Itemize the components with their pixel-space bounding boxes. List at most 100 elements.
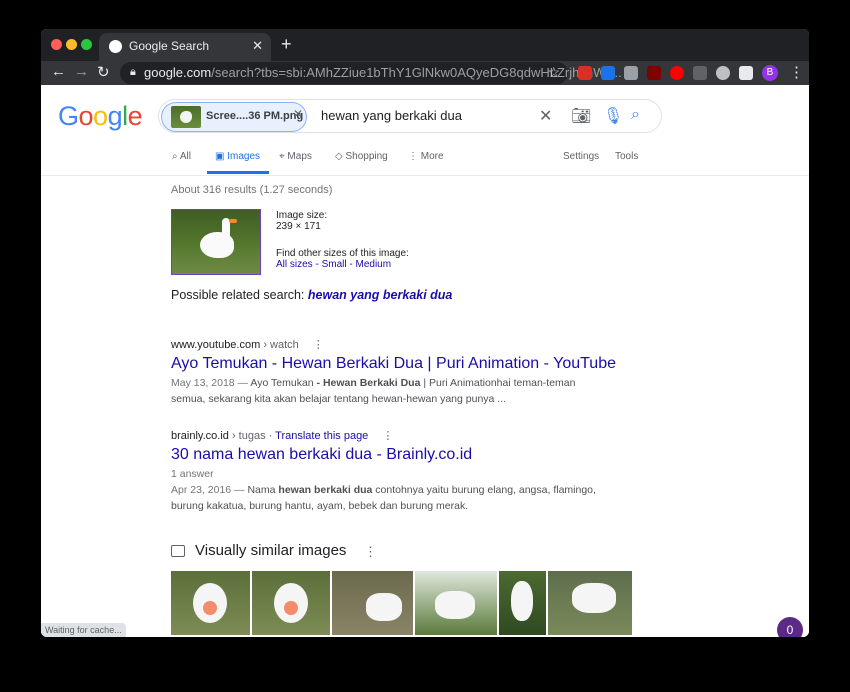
similar-options-icon[interactable]: ⋮ [364, 544, 377, 560]
browser-window: Google Search ✕ + ← → ↻ 🔒︎ google.com/se… [41, 29, 809, 637]
size-links: All sizes - Small - Medium [276, 259, 409, 270]
tab-more-label: More [420, 151, 444, 162]
tag-icon: ◇ [335, 151, 346, 162]
goose-body [572, 583, 616, 613]
extension-car-icon[interactable] [624, 66, 638, 80]
tools-link[interactable]: Tools [615, 151, 638, 162]
similar-image[interactable] [548, 571, 632, 635]
microphone-icon[interactable]: 🎙︎ [603, 106, 623, 126]
other-sizes-info: Find other sizes of this image: All size… [276, 248, 409, 270]
close-tab-icon[interactable]: ✕ [252, 38, 263, 54]
camera-icon[interactable]: 📷︎ [571, 106, 591, 126]
translate-link[interactable]: Translate this page [275, 430, 368, 442]
duck-body [366, 593, 402, 621]
url-host: google.com [144, 65, 212, 80]
tab-all[interactable]: ⌕ All [172, 151, 191, 162]
tab-shopping-label: Shopping [345, 151, 388, 162]
snippet-highlight: hewan berkaki dua [278, 484, 373, 496]
back-icon[interactable]: ← [51, 63, 66, 80]
notification-count-button[interactable]: 0 [777, 617, 803, 637]
close-window-button[interactable] [51, 39, 62, 50]
related-search: Possible related search: hewan yang berk… [171, 288, 452, 302]
result-snippet: Apr 23, 2016 — Nama hewan berkaki dua co… [171, 482, 611, 514]
snippet-highlight: - Hewan Berkaki Dua [316, 377, 421, 389]
active-tab-indicator [207, 171, 269, 174]
goose-beak [203, 601, 217, 615]
zoom-window-button[interactable] [81, 39, 92, 50]
duck-body [435, 591, 475, 619]
clear-icon[interactable]: ✕ [539, 106, 552, 126]
similar-image[interactable] [252, 571, 330, 635]
reload-icon[interactable]: ↻ [97, 63, 110, 81]
image-size-info: Image size: 239 × 171 [276, 210, 327, 232]
search-icon: ⌕ [172, 151, 180, 162]
tab-maps[interactable]: ⌖ Maps [279, 151, 312, 162]
related-prefix: Possible related search: [171, 288, 305, 302]
address-bar[interactable]: 🔒︎ google.com/search?tbs=sbi:AMhZZiue1bT… [120, 62, 622, 84]
image-size-value: 239 × 171 [276, 221, 321, 232]
similar-images-title: Visually similar images [195, 542, 347, 559]
medium-size-link[interactable]: Medium [355, 259, 391, 270]
extensions-puzzle-icon[interactable] [739, 66, 753, 80]
small-size-link[interactable]: Small [322, 259, 347, 270]
similar-image[interactable] [171, 571, 250, 635]
search-icon[interactable]: ⌕ [631, 106, 640, 124]
tab-shopping[interactable]: ◇ Shopping [335, 151, 388, 162]
extension-w-icon[interactable] [716, 66, 730, 80]
similar-image[interactable] [499, 571, 546, 635]
tab-images-label: Images [227, 151, 261, 162]
result-options-icon[interactable]: ⋮ [382, 430, 393, 442]
tab-more[interactable]: ⋮ More [408, 151, 444, 162]
extension-red-icon[interactable] [578, 66, 592, 80]
forward-icon[interactable]: → [74, 63, 89, 80]
browser-menu-icon[interactable]: ⋮ [789, 63, 804, 81]
duck-body [511, 581, 533, 621]
all-sizes-link[interactable]: All sizes [276, 259, 313, 270]
tab-maps-label: Maps [287, 151, 312, 162]
remove-image-icon[interactable]: ✕ [293, 107, 303, 121]
result-title-link[interactable]: Ayo Temukan - Hewan Berkaki Dua | Puri A… [171, 355, 616, 373]
related-query-link[interactable]: hewan yang berkaki dua [308, 288, 453, 302]
search-box[interactable]: Scree....36 PM.png ✕ hewan yang berkaki … [158, 99, 662, 133]
search-tabs: ⌕ All ▣ Images ⌖ Maps ◇ Shopping ⋮ More … [41, 143, 809, 176]
result-path: › watch [260, 339, 299, 351]
goose-beak [229, 219, 237, 223]
bookmark-star-icon[interactable]: ☆ [547, 64, 560, 81]
tab-all-label: All [179, 151, 191, 162]
result-snippet: May 13, 2018 — Ayo Temukan - Hewan Berka… [171, 375, 611, 407]
status-bar: Waiting for cache... [41, 623, 126, 637]
cite-separator: · [265, 430, 276, 442]
other-sizes-label: Find other sizes of this image: [276, 248, 409, 259]
title-bar: Google Search ✕ + [41, 29, 809, 61]
google-favicon-icon [109, 40, 122, 53]
result-site: www.youtube.com [171, 339, 261, 351]
lock-icon: 🔒︎ [130, 66, 136, 78]
result-date: May 13, 2018 — [171, 377, 251, 389]
tab-images[interactable]: ▣ Images [215, 151, 260, 162]
extension-youtube-icon[interactable] [670, 66, 684, 80]
result-site: brainly.co.id [171, 430, 229, 442]
extension-ublock-icon[interactable] [647, 66, 661, 80]
result-cite: www.youtube.com › watch ⋮ [171, 338, 324, 351]
minimize-window-button[interactable] [66, 39, 77, 50]
result-options-icon[interactable]: ⋮ [313, 339, 324, 351]
result-title-link[interactable]: 30 nama hewan berkaki dua - Brainly.co.i… [171, 446, 472, 464]
new-tab-button[interactable]: + [281, 34, 292, 55]
browser-tab[interactable]: Google Search ✕ [99, 33, 271, 61]
query-thumbnail [171, 106, 201, 128]
settings-link[interactable]: Settings [563, 151, 599, 162]
profile-avatar[interactable]: B [762, 65, 778, 81]
image-icon [171, 545, 185, 557]
search-input[interactable]: hewan yang berkaki dua [321, 108, 462, 123]
search-page: Google Scree....36 PM.png ✕ hewan yang b… [41, 85, 809, 637]
image-query-chip[interactable]: Scree....36 PM.png ✕ [161, 102, 307, 132]
extension-grey-icon[interactable] [693, 66, 707, 80]
google-logo[interactable]: Google [58, 101, 143, 132]
extension-blue-p-icon[interactable] [601, 66, 615, 80]
query-image[interactable] [171, 209, 261, 275]
result-date: Apr 23, 2016 — [171, 484, 248, 496]
similar-image[interactable] [332, 571, 413, 635]
url-path: /search?tbs=sbi:AMhZZiue1bThY1GlNkw0AQye… [211, 65, 622, 80]
result-path: › tugas [228, 430, 266, 442]
similar-image[interactable] [415, 571, 497, 635]
